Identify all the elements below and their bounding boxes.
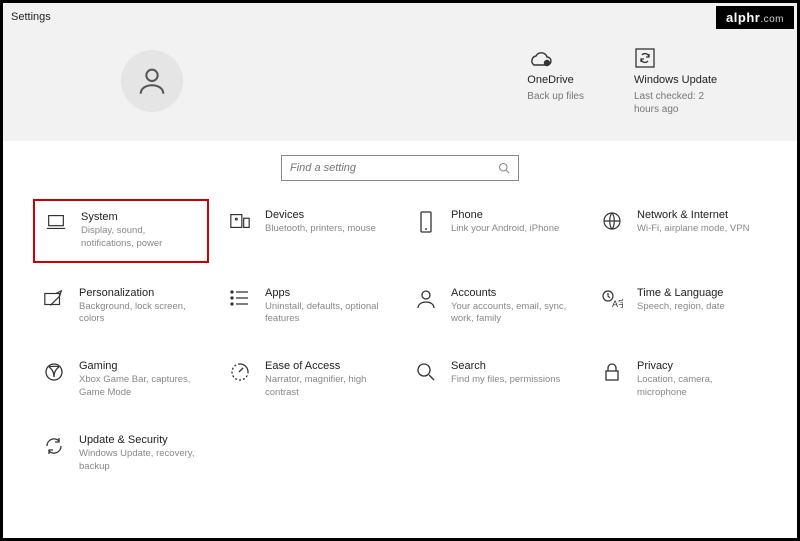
- tile-title: Ease of Access: [265, 360, 385, 372]
- tile-ease-of-access[interactable]: Ease of Access Narrator, magnifier, high …: [219, 350, 395, 410]
- watermark-logo: alphr.com: [716, 6, 794, 29]
- cloud-icon: [527, 49, 553, 67]
- tile-personalization[interactable]: Personalization Background, lock screen, …: [33, 277, 209, 337]
- tile-subtitle: Find my files, permissions: [451, 374, 560, 387]
- svg-text:A字: A字: [612, 298, 623, 309]
- xbox-icon: [44, 362, 64, 382]
- lock-icon: [603, 362, 621, 382]
- tile-phone[interactable]: Phone Link your Android, iPhone: [405, 199, 581, 263]
- sync-icon: [44, 436, 64, 456]
- magnify-icon: [416, 362, 436, 382]
- devices-icon: [229, 211, 251, 231]
- tile-subtitle: Uninstall, defaults, optional features: [265, 301, 385, 327]
- ease-icon: [230, 362, 250, 382]
- tile-subtitle: Your accounts, email, sync, work, family: [451, 301, 571, 327]
- tile-gaming[interactable]: Gaming Xbox Game Bar, captures, Game Mode: [33, 350, 209, 410]
- tile-subtitle: Link your Android, iPhone: [451, 223, 559, 236]
- window-title: Settings: [11, 11, 51, 23]
- tile-system[interactable]: System Display, sound, notifications, pow…: [33, 199, 209, 263]
- laptop-icon: [45, 213, 67, 231]
- tile-search[interactable]: Search Find my files, permissions: [405, 350, 581, 410]
- pen-icon: [43, 289, 65, 309]
- tile-title: Phone: [451, 209, 559, 221]
- person-icon: [135, 64, 169, 98]
- account-icon: [416, 289, 436, 309]
- logo-brand: alphr: [726, 10, 760, 25]
- onedrive-title: OneDrive: [527, 74, 584, 86]
- tile-accounts[interactable]: Accounts Your accounts, email, sync, work…: [405, 277, 581, 337]
- tile-subtitle: Speech, region, date: [637, 301, 725, 314]
- search-icon: [498, 162, 510, 174]
- tile-title: Apps: [265, 287, 385, 299]
- tile-apps[interactable]: Apps Uninstall, defaults, optional featur…: [219, 277, 395, 337]
- search-box[interactable]: [281, 155, 519, 181]
- onedrive-subtitle: Back up files: [527, 90, 584, 103]
- tile-devices[interactable]: Devices Bluetooth, printers, mouse: [219, 199, 395, 263]
- tile-subtitle: Bluetooth, printers, mouse: [265, 223, 376, 236]
- sync-square-icon: [634, 47, 656, 69]
- onedrive-tile[interactable]: OneDrive Back up files: [527, 46, 584, 116]
- header-panel: OneDrive Back up files Windows Update La…: [3, 31, 797, 141]
- tile-title: Search: [451, 360, 560, 372]
- tile-subtitle: Xbox Game Bar, captures, Game Mode: [79, 374, 199, 400]
- time-language-icon: A字: [601, 289, 623, 309]
- tile-time-language[interactable]: A字 Time & Language Speech, region, date: [591, 277, 767, 337]
- tile-subtitle: Background, lock screen, colors: [79, 301, 199, 327]
- tile-title: Time & Language: [637, 287, 725, 299]
- tile-network[interactable]: Network & Internet Wi-Fi, airplane mode, …: [591, 199, 767, 263]
- tile-title: Gaming: [79, 360, 199, 372]
- tile-title: System: [81, 211, 199, 223]
- tile-subtitle: Wi-Fi, airplane mode, VPN: [637, 223, 749, 236]
- list-icon: [230, 289, 250, 307]
- tile-subtitle: Location, camera, microphone: [637, 374, 757, 400]
- globe-icon: [602, 211, 622, 231]
- settings-grid: System Display, sound, notifications, pow…: [3, 199, 797, 484]
- update-subtitle: Last checked: 2 hours ago: [634, 90, 729, 116]
- tile-subtitle: Narrator, magnifier, high contrast: [265, 374, 385, 400]
- tile-privacy[interactable]: Privacy Location, camera, microphone: [591, 350, 767, 410]
- tile-title: Accounts: [451, 287, 571, 299]
- user-avatar[interactable]: [121, 50, 183, 112]
- search-row: [3, 141, 797, 199]
- windows-update-tile[interactable]: Windows Update Last checked: 2 hours ago: [634, 46, 729, 116]
- tile-title: Network & Internet: [637, 209, 749, 221]
- logo-suffix: .com: [760, 14, 784, 25]
- tile-title: Privacy: [637, 360, 757, 372]
- update-title: Windows Update: [634, 74, 729, 86]
- search-input[interactable]: [290, 162, 498, 174]
- titlebar: Settings —: [3, 3, 797, 31]
- tile-subtitle: Windows Update, recovery, backup: [79, 448, 199, 474]
- tile-title: Devices: [265, 209, 376, 221]
- tile-title: Update & Security: [79, 434, 199, 446]
- tile-update-security[interactable]: Update & Security Windows Update, recover…: [33, 424, 209, 484]
- tile-title: Personalization: [79, 287, 199, 299]
- phone-icon: [418, 211, 434, 233]
- tile-subtitle: Display, sound, notifications, power: [81, 225, 199, 251]
